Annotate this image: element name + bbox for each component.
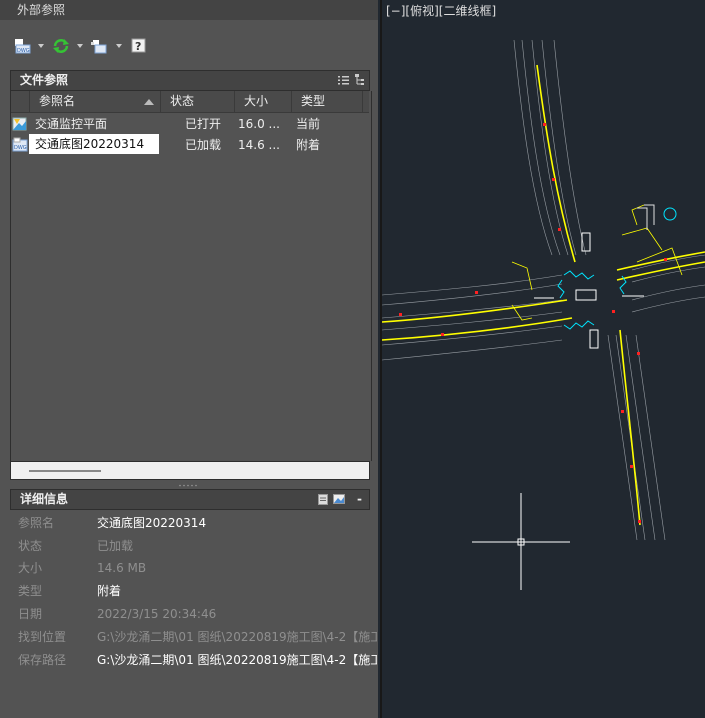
detail-value[interactable]: 交通底图20220314 [97, 513, 377, 533]
palette-title: 外部参照 [17, 3, 66, 17]
column-header-size[interactable]: 大小 [235, 91, 292, 113]
ref-type: 当前 [296, 117, 321, 131]
file-references-section: 文件参照 参照名 状态 大小 类型 交通监控平面 已打开 16.0 ... 当前… [10, 70, 372, 482]
attach-dwg-icon[interactable]: DWG [14, 38, 32, 54]
details-view-icon[interactable] [318, 494, 328, 505]
details-title: 详细信息 [20, 492, 69, 506]
drawing-icon [12, 117, 27, 131]
detail-key: 保存路径 [18, 653, 67, 667]
table-row[interactable]: 交通监控平面 已打开 16.0 ... 当前 [11, 114, 369, 134]
ref-status: 已加载 [185, 138, 222, 152]
yellow-road-edges [382, 64, 705, 526]
list-view-icon[interactable] [338, 75, 349, 85]
column-header-name[interactable]: 参照名 [30, 91, 161, 113]
drawing-viewport[interactable]: [−][俯视][二维线框] [380, 0, 705, 718]
tree-view-icon[interactable] [355, 74, 365, 86]
ref-name-selected-box[interactable]: 交通底图20220314 [29, 134, 159, 154]
sort-ascending-icon [144, 99, 154, 105]
detail-value: G:\沙龙涌二期\01 图纸\20220819施工图\4-2【施工 [97, 630, 377, 644]
detail-key: 日期 [18, 607, 43, 621]
detail-value[interactable]: 附着 [97, 581, 377, 601]
horizontal-scrollbar[interactable] [10, 461, 370, 480]
detail-key: 大小 [18, 561, 43, 575]
file-references-table: 参照名 状态 大小 类型 交通监控平面 已打开 16.0 ... 当前 DWG … [10, 91, 372, 461]
ref-name: 交通监控平面 [35, 117, 108, 131]
ref-name: 交通底图20220314 [35, 137, 145, 151]
file-references-title: 文件参照 [20, 73, 69, 87]
collapse-icon[interactable]: - [357, 490, 362, 509]
ref-size: 16.0 ... [238, 117, 280, 131]
help-icon[interactable]: ? [131, 38, 147, 54]
detail-key: 参照名 [18, 516, 55, 530]
ref-type: 附着 [296, 138, 321, 152]
detail-key: 状态 [18, 539, 43, 553]
details-section: 详细信息 - 参照名 交通底图20220314 状态 已加载 大小 14.6 M… [10, 489, 377, 718]
ref-size: 14.6 ... [238, 138, 280, 152]
change-path-icon[interactable] [91, 38, 109, 54]
crosshair-cursor [472, 493, 570, 590]
svg-text:DWG: DWG [14, 145, 27, 151]
detail-value: 已加载 [97, 539, 134, 553]
intersection-cyan-markings [557, 204, 677, 330]
dwg-file-icon: DWG [12, 137, 28, 152]
table-row-selected[interactable]: DWG 交通底图20220314 已加载 14.6 ... 附着 [11, 134, 369, 155]
refresh-dropdown-caret[interactable] [77, 44, 83, 48]
preview-image-icon[interactable] [333, 494, 345, 504]
scrollbar-thumb[interactable] [29, 470, 101, 472]
file-references-header: 文件参照 [10, 70, 370, 91]
detail-value: 2022/3/15 20:34:46 [97, 607, 217, 621]
svg-text:?: ? [135, 40, 141, 53]
attach-dropdown-caret[interactable] [38, 44, 44, 48]
detail-key: 找到位置 [18, 630, 67, 644]
detail-value[interactable]: G:\沙龙涌二期\01 图纸\20220819施工图\4-2【施工 [97, 650, 377, 670]
svg-text:DWG: DWG [17, 48, 30, 54]
panel-splitter[interactable] [0, 483, 378, 488]
details-header: 详细信息 - [10, 489, 370, 510]
xref-palette: 外部参照 DWG ? 文件参照 参照名 状态 大小 类型 交通监控平面 已打开 … [0, 0, 378, 718]
column-header-extra [363, 91, 369, 113]
cad-drawing[interactable] [382, 0, 705, 718]
column-header-type[interactable]: 类型 [292, 91, 363, 113]
yellow-outlines [511, 204, 683, 321]
detail-key: 类型 [18, 584, 43, 598]
palette-title-bar[interactable]: 外部参照 [0, 0, 378, 20]
refresh-icon[interactable] [52, 38, 70, 54]
xref-toolbar: DWG ? [0, 30, 378, 60]
column-header-status[interactable]: 状态 [161, 91, 235, 113]
detail-value: 14.6 MB [97, 561, 147, 575]
grip-dots-icon [179, 484, 197, 487]
column-icon-header [11, 91, 30, 113]
ref-status: 已打开 [185, 117, 222, 131]
path-dropdown-caret[interactable] [116, 44, 122, 48]
